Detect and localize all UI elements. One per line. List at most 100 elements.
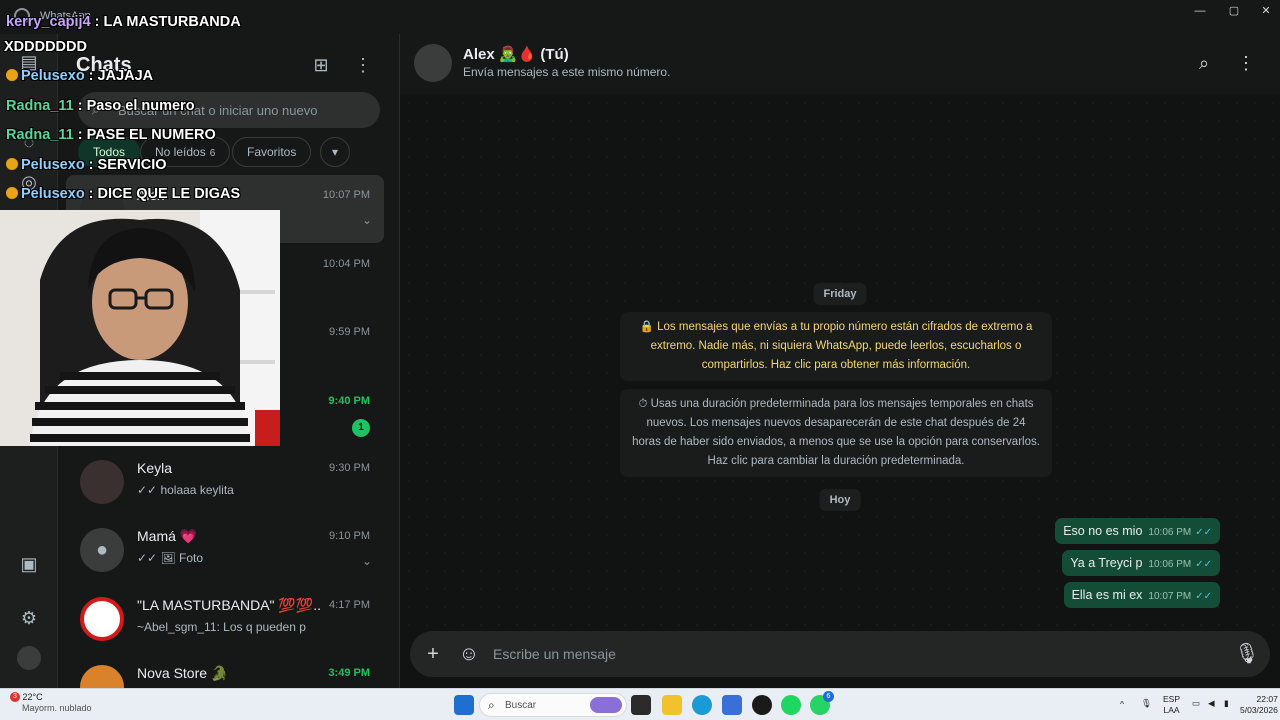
chevron-down-icon: ▾ [331,145,339,159]
chats-icon[interactable]: ▤ [17,50,41,74]
timer-notice[interactable]: ⏱ Usas una duración predeterminada para … [620,389,1052,477]
settings-gear-icon[interactable]: ⚙ [17,606,41,630]
file-explorer-icon[interactable] [662,695,682,715]
store-icon[interactable] [722,695,742,715]
close-button[interactable]: ✕ [1254,4,1278,18]
lang-line-2: LAA [1163,705,1180,715]
sticker-emoji-icon[interactable]: ☺ [456,641,482,667]
weather-alert-badge: 3 [10,692,20,702]
microphone-tray-icon[interactable]: 🎙 [1141,698,1152,709]
filter-todos[interactable]: Todos [78,137,141,167]
chat-time: 4:17 PM [329,599,370,611]
webcam-overlay [0,210,280,446]
profile-avatar[interactable] [17,646,41,670]
read-ticks-icon: ✓✓ [1195,527,1212,538]
message-text: Eso no es mio [1063,524,1143,538]
task-view-icon[interactable] [631,695,651,715]
search-icon[interactable]: ⌕ [1191,50,1217,76]
app-title: WhatsApp [40,10,91,22]
minimize-button[interactable]: — [1188,4,1212,18]
filter-label: No leídos [155,145,206,159]
chat-preview: ✓✓ 🖼 Foto [137,551,204,565]
chat-row-la-masturbanda[interactable]: "LA MASTURBANDA" 💯💯... ~Abel_sgm_11: Los… [66,585,384,653]
clock-time: 22:07 [1256,694,1278,704]
chat-row-nova-store[interactable]: Nova Store 🐊 3:49 PM [66,653,384,688]
conversation-header[interactable]: Alex 🧟‍♂️🩸 (Tú) Envía mensajes a este mi… [400,34,1280,94]
menu-kebab-icon[interactable]: ⋮ [350,52,376,78]
default-user-icon: ● [80,528,124,572]
search-icon: ⌕ [92,101,100,117]
windows-taskbar: 3 22°C Mayorm. nublado ⌕ Buscar 6 ^ 🎙 ES… [0,688,1280,720]
new-chat-button[interactable]: ⊞ [308,52,334,78]
chat-name: Nova Store 🐊 [137,665,229,681]
search-box: ⌕ [78,92,380,128]
status-icon[interactable]: ◌ [17,130,41,154]
maximize-button[interactable]: ▢ [1222,4,1246,18]
chat-time: 9:40 PM [328,395,370,407]
volume-icon[interactable]: ◀ [1208,698,1215,709]
encryption-notice[interactable]: 🔒 Los mensajes que envías a tu propio nú… [620,312,1052,381]
contact-avatar[interactable] [414,44,452,82]
contact-name: Alex 🧟‍♂️🩸 (Tú) [463,46,569,63]
chat-time: 9:59 PM [329,326,370,338]
chat-time: 10:04 PM [322,258,370,270]
day-chip: Friday [813,283,867,305]
message-input[interactable] [493,631,1223,677]
language-indicator[interactable]: ESP LAA [1163,694,1180,716]
obs-icon[interactable] [752,695,772,715]
chat-time: 10:07 PM [322,189,370,201]
chat-time: 9:10 PM [329,530,370,542]
chats-title: Chats [76,54,132,76]
search-icon: ⌕ [488,698,495,712]
clock[interactable]: 22:07 5/03/2026 [1240,694,1278,716]
chat-row-keyla[interactable]: Keyla ✓✓ holaaa keylita 9:30 PM [66,448,384,516]
message-bubble[interactable]: Ya a Treyci p 10:06 PM ✓✓ [1062,550,1220,576]
filter-dropdown-button[interactable]: ▾ [320,137,350,167]
chat-name: Keyla [137,460,173,476]
avatar [80,460,124,504]
spotify-icon[interactable] [781,695,801,715]
chat-time: 9:30 PM [329,462,370,474]
group-avatar [80,597,124,641]
chevron-down-icon[interactable]: ⌄ [362,213,372,227]
chevron-down-icon[interactable]: ⌄ [362,554,372,568]
unread-badge: 1 [352,419,370,437]
search-input[interactable] [118,92,368,128]
conversation-panel: Alex 🧟‍♂️🩸 (Tú) Envía mensajes a este mi… [400,34,1280,688]
read-ticks-icon: ✓✓ [1195,591,1212,602]
start-windows-icon[interactable] [454,695,474,715]
avatar [80,665,124,688]
message-text: Ella es mi ex [1071,588,1143,602]
taskbar-search[interactable]: ⌕ Buscar [479,693,627,717]
message-time: 10:07 PM [1148,591,1192,602]
chat-row-mama[interactable]: ● Mamá 💗 ✓✓ 🖼 Foto 9:10 PM ⌄ [66,516,384,584]
chat-name: Alex [137,187,165,203]
message-bubble[interactable]: Ella es mi ex 10:07 PM ✓✓ [1063,582,1220,608]
message-time: 10:06 PM [1148,559,1192,570]
network-icon[interactable]: ▭ [1192,698,1200,709]
battery-icon[interactable]: ▮ [1224,698,1229,709]
microphone-icon[interactable]: 🎙 [1234,641,1260,667]
search-highlight-icon [590,697,622,713]
channels-icon[interactable]: ◎ [17,170,41,194]
day-chip: Hoy [819,489,861,511]
filter-favoritos[interactable]: Favoritos [232,137,312,167]
attach-plus-icon[interactable]: + [420,641,446,667]
chat-name: "LA MASTURBANDA" 💯💯... [137,597,322,613]
filter-no-leidos[interactable]: No leídos 6 [140,137,231,167]
menu-kebab-icon[interactable]: ⋮ [1233,50,1259,76]
tray-chevron-icon[interactable]: ^ [1120,699,1124,710]
read-ticks-icon: ✓✓ [1195,559,1212,570]
edge-browser-icon[interactable] [692,695,712,715]
weather-temp: 22°C [22,692,43,702]
clock-date: 5/03/2026 [1240,705,1278,715]
whatsapp-logo-icon [14,8,30,24]
whatsapp-unread-badge: 6 [823,691,834,702]
filter-label: Todos [93,145,126,159]
message-area: Friday 🔒 Los mensajes que envías a tu pr… [400,94,1280,628]
whatsapp-taskbar-icon[interactable]: 6 [810,691,834,715]
weather-widget[interactable]: 3 22°C Mayorm. nublado [10,692,92,714]
message-bubble[interactable]: Eso no es mio 10:06 PM ✓✓ [1055,518,1220,544]
media-gallery-icon[interactable]: ▣ [17,552,41,576]
message-text: Ya a Treyci p [1070,556,1143,570]
